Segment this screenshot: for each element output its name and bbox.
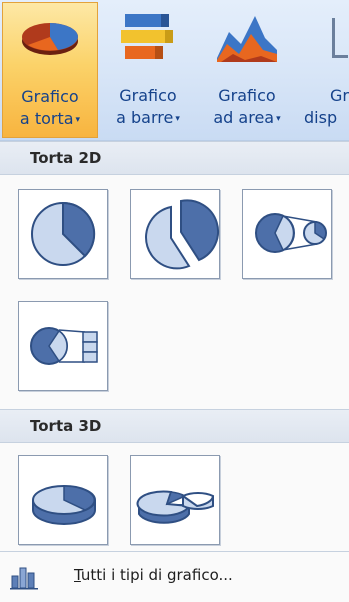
pie-2d-option[interactable] (18, 189, 108, 279)
pie-chart-label-1: Grafico (21, 87, 79, 106)
area-chart-button[interactable]: Grafico ad area ▾ (198, 2, 296, 138)
section-header-2d: Torta 2D (0, 141, 349, 175)
chevron-down-icon: ▾ (75, 114, 81, 125)
bar-chart-icon (121, 14, 173, 59)
bar-of-pie-icon (30, 327, 98, 365)
pie-chart-label-2: a torta ▾ (19, 109, 81, 128)
chevron-down-icon: ▾ (276, 113, 281, 124)
bar-chart-label-2: a barre ▾ (116, 108, 180, 127)
all-chart-types-item[interactable]: Tutti i tipi di grafico... (0, 551, 349, 602)
pie-chart-gallery: Torta 2D Torta 3D Tutti i tipi di grafic… (0, 140, 349, 602)
bar-of-pie-option[interactable] (18, 301, 108, 391)
bar-chart-label-1: Grafico (119, 86, 177, 105)
section-title: Torta 3D (30, 417, 102, 435)
exploded-pie-3d-icon (136, 490, 215, 524)
pie-of-pie-icon (255, 213, 327, 253)
pie-3d-icon (32, 485, 96, 525)
area-chart-icon (217, 16, 277, 62)
pie-2d-icon (31, 201, 96, 266)
exploded-pie-2d-icon (145, 199, 220, 270)
area-chart-label-1: Grafico (218, 86, 276, 105)
all-chart-types-label: Tutti i tipi di grafico... (74, 566, 233, 584)
bar-chart-button[interactable]: Grafico a barre ▾ (100, 2, 196, 138)
ribbon: Grafico a torta ▾ Grafico a barre ▾ Grafic… (0, 0, 349, 141)
scatter-chart-button[interactable]: Gr disp (298, 2, 349, 138)
section-header-3d: Torta 3D (0, 409, 349, 443)
area-chart-label-2: ad area ▾ (213, 108, 281, 127)
pie-chart-icon (22, 23, 78, 55)
pie-3d-option[interactable] (18, 455, 108, 545)
pie-of-pie-option[interactable] (242, 189, 332, 279)
scatter-chart-label-2: disp (304, 108, 338, 127)
chevron-down-icon: ▾ (175, 113, 180, 124)
exploded-pie-2d-option[interactable] (130, 189, 220, 279)
chart-types-icon (10, 567, 38, 590)
pie-chart-button[interactable]: Grafico a torta ▾ (2, 2, 98, 138)
section-title: Torta 2D (30, 149, 102, 167)
scatter-chart-icon (332, 18, 348, 58)
scatter-chart-label-1: Gr (330, 86, 349, 105)
exploded-pie-3d-option[interactable] (130, 455, 220, 545)
